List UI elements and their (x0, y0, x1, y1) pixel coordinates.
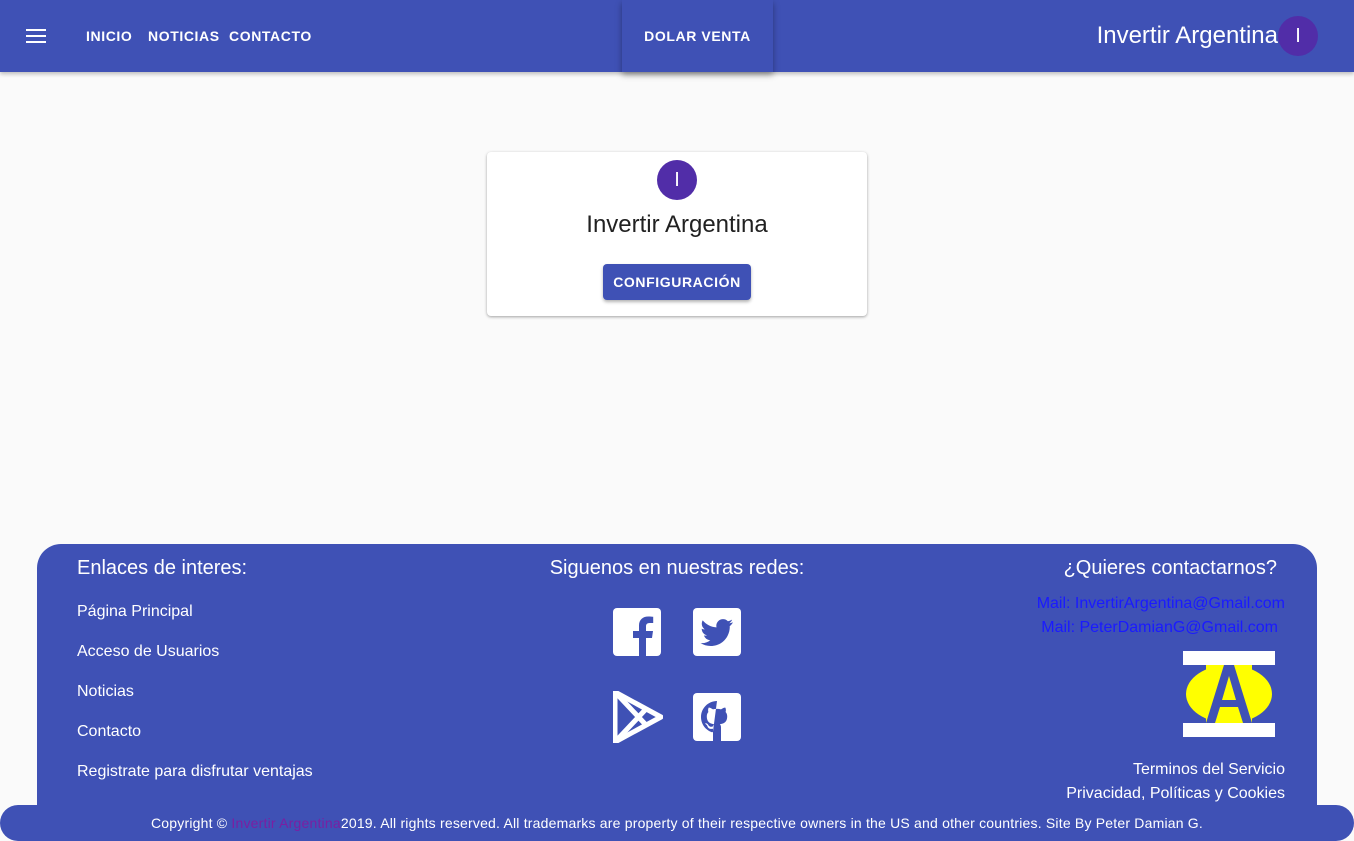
contact-heading: ¿Quieres contactarnos? (1063, 557, 1277, 579)
terms-link[interactable]: Terminos del Servicio (1133, 760, 1285, 780)
footer-link-pagina-principal[interactable]: Página Principal (77, 602, 193, 622)
footer-link-registrate[interactable]: Registrate para disfrutar ventajas (77, 762, 313, 782)
copyright-prefix: Copyright © (150, 815, 228, 831)
footer-link-contacto[interactable]: Contacto (77, 722, 141, 742)
brand-title: Invertir Argentina (1096, 22, 1278, 49)
profile-name: Invertir Argentina (586, 211, 768, 238)
twitter-icon[interactable] (693, 608, 741, 656)
top-app-bar: INICIO NOTICIAS CONTACTO DOLAR VENTA Inv… (0, 0, 1354, 72)
privacy-link[interactable]: Privacidad, Políticas y Cookies (1066, 784, 1285, 804)
nav-inicio[interactable]: INICIO (86, 26, 132, 46)
google-play-icon[interactable] (613, 691, 663, 743)
copyright-suffix: 2019. All rights reserved. All trademark… (340, 815, 1203, 831)
mail-link-peter[interactable]: Mail: PeterDamianG@Gmail.com (1041, 618, 1278, 638)
mail-link-invertir[interactable]: Mail: InvertirArgentina@Gmail.com (1037, 594, 1285, 614)
footer: Enlaces de interes: Siguenos en nuestras… (37, 544, 1317, 841)
footer-link-noticias[interactable]: Noticias (77, 682, 134, 702)
configuracion-button[interactable]: CONFIGURACIÓN (603, 264, 751, 300)
dolar-venta-button[interactable]: DOLAR VENTA (622, 0, 773, 72)
profile-avatar: I (657, 160, 697, 200)
copyright-bar: Copyright © Invertir Argentina 2019. All… (0, 805, 1354, 841)
footer-link-acceso-usuarios[interactable]: Acceso de Usuarios (77, 642, 219, 662)
facebook-icon[interactable] (613, 608, 661, 656)
nav-contacto[interactable]: CONTACTO (229, 26, 312, 46)
user-avatar[interactable]: I (1278, 16, 1318, 56)
github-icon[interactable] (693, 693, 741, 741)
invertir-argentina-logo (1183, 651, 1275, 737)
copyright-brand-link[interactable]: Invertir Argentina (231, 815, 340, 831)
profile-card: I Invertir Argentina CONFIGURACIÓN (487, 152, 867, 316)
nav-noticias[interactable]: NOTICIAS (148, 26, 220, 46)
menu-icon[interactable] (18, 18, 54, 54)
